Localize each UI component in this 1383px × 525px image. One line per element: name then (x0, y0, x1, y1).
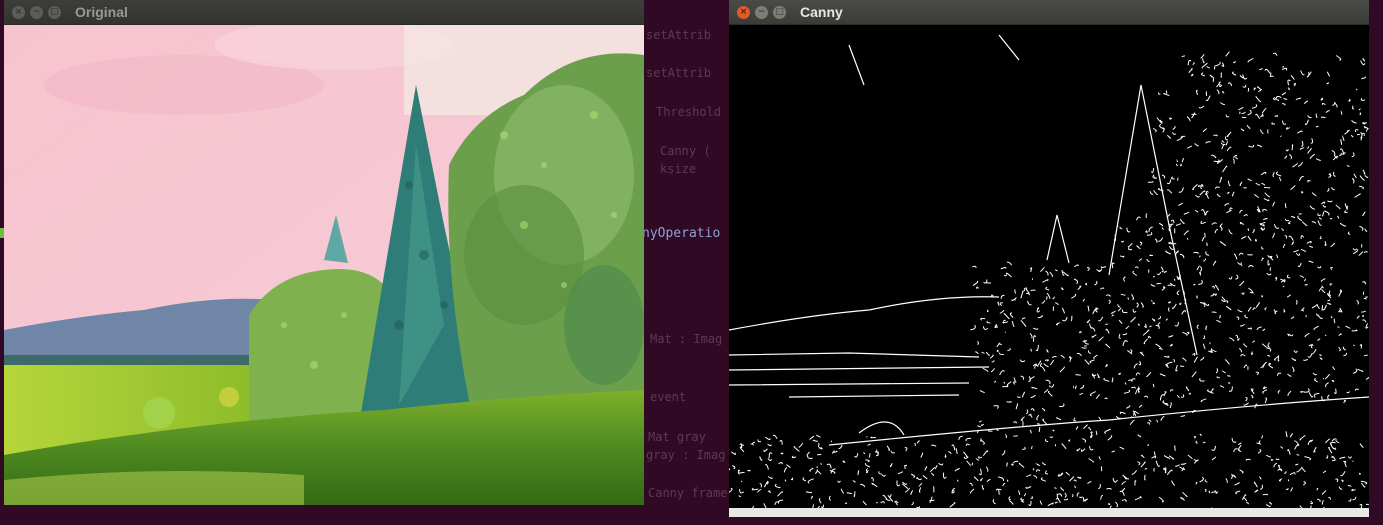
canny-edge-image (729, 25, 1369, 508)
canny-statusbar (729, 508, 1369, 517)
code-line: Mat : Imag (650, 332, 723, 346)
code-line: gray : Imag (646, 448, 726, 462)
window-title: Original (75, 4, 128, 20)
maximize-button[interactable]: □ (48, 5, 61, 19)
maximize-button[interactable]: □ (773, 5, 786, 19)
window-title: Canny (800, 4, 843, 20)
code-line: Canny ( (660, 144, 711, 158)
code-line: setAttrib (646, 66, 712, 80)
minimize-button[interactable]: − (755, 5, 768, 19)
close-button[interactable]: × (12, 5, 25, 19)
canny-titlebar[interactable]: × − □ Canny (729, 0, 1369, 25)
canny-window: × − □ Canny (729, 0, 1369, 517)
maximize-icon: □ (775, 6, 784, 17)
minimize-icon: − (757, 6, 766, 17)
original-titlebar[interactable]: × − □ Original (4, 0, 644, 25)
code-line: Threshold (656, 105, 722, 119)
original-window: × − □ Original (4, 0, 644, 505)
code-line: setAttrib (646, 28, 712, 42)
close-icon: × (14, 6, 23, 17)
code-line: event (650, 390, 687, 404)
minimize-icon: − (32, 6, 41, 17)
maximize-icon: □ (50, 6, 59, 17)
close-icon: × (739, 6, 748, 17)
original-image (4, 25, 644, 505)
code-line: Canny frame (648, 486, 728, 500)
minimize-button[interactable]: − (30, 5, 43, 19)
code-line-highlighted: nyOperatio (642, 226, 721, 241)
code-line: ksize (660, 162, 697, 176)
code-line: Mat gray (648, 430, 706, 444)
close-button[interactable]: × (737, 5, 750, 19)
